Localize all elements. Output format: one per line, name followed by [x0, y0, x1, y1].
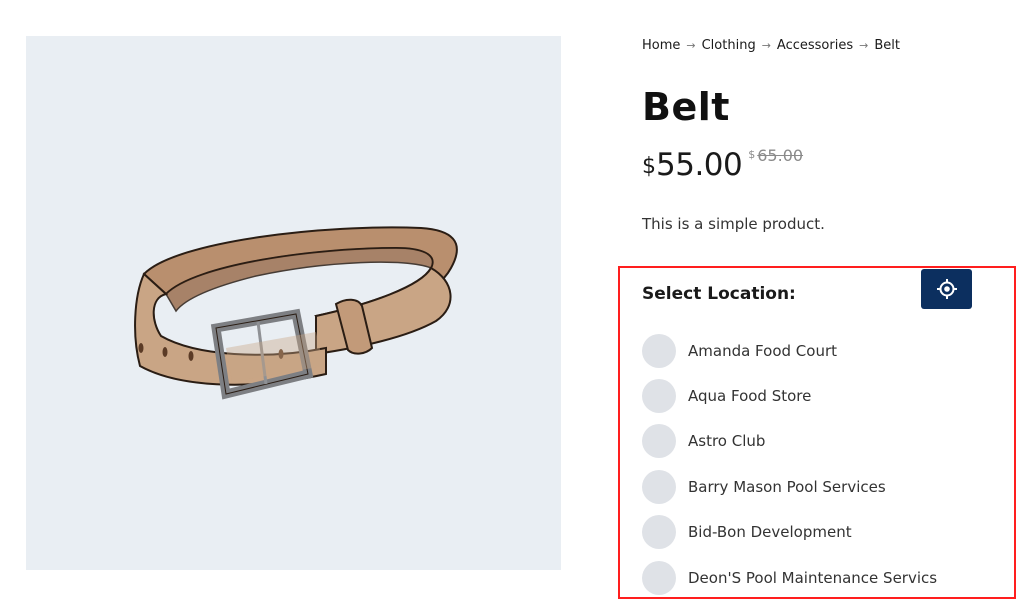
product-short-description: This is a simple product.	[642, 215, 825, 233]
location-radio[interactable]	[642, 333, 676, 368]
product-image[interactable]	[26, 36, 561, 570]
product-page: Home → Clothing → Accessories → Belt Belt $55.…	[0, 0, 1024, 602]
breadcrumb-current: Belt	[874, 38, 900, 53]
breadcrumb: Home → Clothing → Accessories → Belt	[642, 38, 900, 53]
locate-me-button[interactable]	[921, 269, 972, 309]
location-radio[interactable]	[642, 560, 676, 595]
location-heading: Select Location:	[642, 284, 796, 304]
location-option[interactable]: Amanda Food Court	[642, 328, 937, 373]
location-option[interactable]: Astro Club	[642, 419, 937, 464]
location-option[interactable]: Bid-Bon Development	[642, 510, 937, 555]
belt-illustration	[134, 226, 458, 400]
product-price: $55.00 $65.00	[642, 146, 803, 183]
breadcrumb-accessories[interactable]: Accessories	[777, 38, 853, 53]
location-option[interactable]: Deon'S Pool Maintenance Servics	[642, 555, 937, 600]
location-options: Amanda Food Court Aqua Food Store Astro …	[642, 328, 937, 600]
location-label: Barry Mason Pool Services	[688, 477, 886, 496]
old-price: $65.00	[748, 146, 803, 165]
location-option[interactable]: Barry Mason Pool Services	[642, 464, 937, 509]
breadcrumb-clothing[interactable]: Clothing	[702, 38, 756, 53]
location-radio[interactable]	[642, 424, 676, 459]
location-label: Deon'S Pool Maintenance Servics	[688, 568, 938, 587]
breadcrumb-separator-icon: →	[761, 39, 771, 52]
breadcrumb-separator-icon: →	[686, 39, 696, 52]
breadcrumb-separator-icon: →	[859, 39, 869, 52]
product-title: Belt	[642, 85, 730, 129]
location-label: Aqua Food Store	[688, 387, 812, 406]
price-currency: $	[642, 154, 656, 179]
location-radio[interactable]	[642, 379, 676, 414]
location-label: Bid-Bon Development	[688, 523, 852, 542]
location-label: Amanda Food Court	[688, 341, 837, 360]
crosshair-icon	[936, 279, 957, 299]
location-selector: Select Location: Amanda Food Court Aqua …	[618, 266, 1016, 599]
price-amount: 55.00	[656, 147, 743, 183]
old-price-amount: 65.00	[757, 146, 804, 165]
location-radio[interactable]	[642, 515, 676, 550]
breadcrumb-home[interactable]: Home	[642, 38, 680, 53]
location-radio[interactable]	[642, 469, 676, 504]
location-option[interactable]: Aqua Food Store	[642, 373, 937, 418]
location-label: Astro Club	[688, 432, 766, 451]
old-price-currency: $	[748, 148, 756, 161]
